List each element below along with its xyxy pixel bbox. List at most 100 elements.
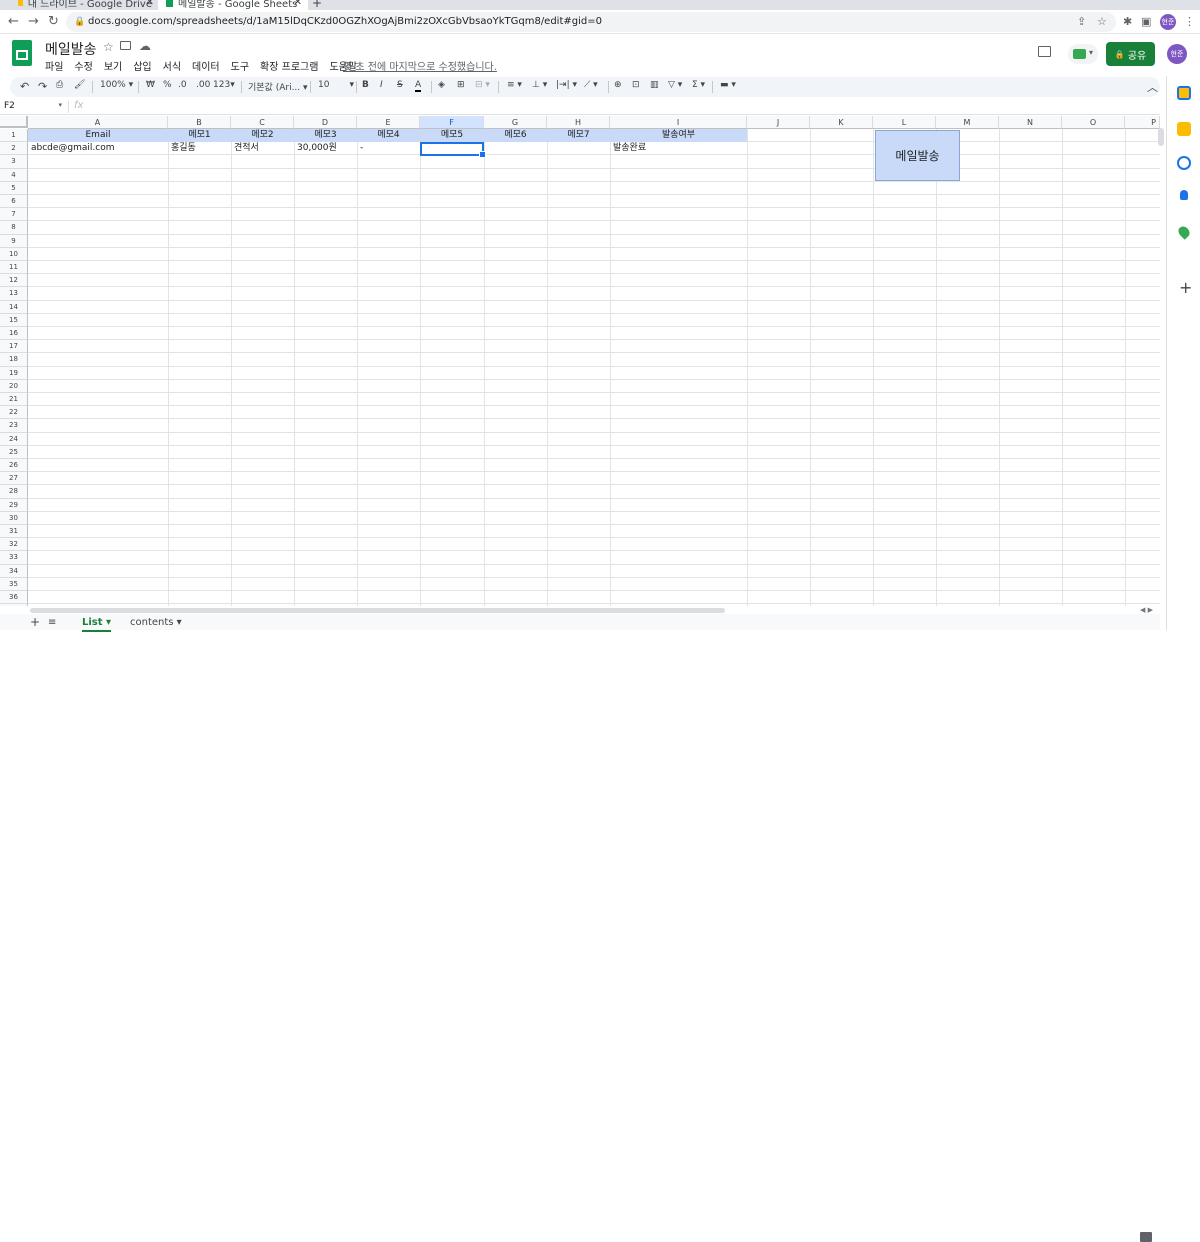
cell-d2[interactable]: 30,000원 <box>294 142 357 155</box>
column-header-o[interactable]: O <box>1062 116 1125 129</box>
zoom-select[interactable]: 100% ▾ <box>100 80 133 90</box>
decrease-decimal-button[interactable]: .0 <box>178 80 187 90</box>
row-header-18[interactable]: 18 <box>0 353 28 367</box>
cell-e2[interactable]: - <box>357 142 420 155</box>
row-header-9[interactable]: 9 <box>0 234 28 248</box>
all-sheets-icon[interactable]: ≡ <box>48 617 56 628</box>
horizontal-scrollbar[interactable] <box>30 608 725 613</box>
row-header-6[interactable]: 6 <box>0 195 28 209</box>
cell-i1[interactable]: 발송여부 <box>610 129 747 142</box>
redo-icon[interactable]: ↷ <box>38 80 47 93</box>
insert-comment-icon[interactable]: ⊡ <box>632 80 640 90</box>
currency-format-button[interactable]: ₩ <box>146 80 155 90</box>
menu-format[interactable]: 서식 <box>163 58 181 73</box>
comment-history-icon[interactable] <box>1038 46 1051 57</box>
row-header-23[interactable]: 23 <box>0 419 28 433</box>
scroll-arrows-icon[interactable]: ◀ ▶ <box>1140 606 1153 614</box>
browser-tab-sheets[interactable]: 메일발송 - Google Sheets ✕ <box>158 0 308 10</box>
side-panel-icon[interactable]: ▣ <box>1141 15 1151 28</box>
column-header-a[interactable]: A <box>28 116 168 129</box>
row-header-33[interactable]: 33 <box>0 551 28 565</box>
cell-b1[interactable]: 메모1 <box>168 129 231 142</box>
cloud-status-icon[interactable]: ☁ <box>139 39 151 53</box>
row-header-7[interactable]: 7 <box>0 208 28 222</box>
menu-tools[interactable]: 도구 <box>231 58 249 73</box>
row-header-37[interactable]: 37 <box>0 604 28 606</box>
vertical-align-icon[interactable]: ⊥ ▾ <box>532 80 547 90</box>
more-menu-icon[interactable]: ⋮ <box>1184 15 1195 28</box>
row-header-11[interactable]: 11 <box>0 261 28 275</box>
back-icon[interactable]: ← <box>8 14 19 29</box>
move-folder-icon[interactable] <box>120 41 131 50</box>
italic-button[interactable]: I <box>380 80 383 90</box>
share-button[interactable]: 🔒 공유 <box>1106 42 1155 66</box>
user-avatar[interactable]: 현준 <box>1167 44 1187 64</box>
row-header-14[interactable]: 14 <box>0 300 28 314</box>
paint-format-icon[interactable]: 🖌 <box>74 80 85 90</box>
forward-icon[interactable]: → <box>28 14 39 29</box>
row-header-32[interactable]: 32 <box>0 538 28 552</box>
column-header-m[interactable]: M <box>936 116 999 129</box>
row-header-4[interactable]: 4 <box>0 168 28 182</box>
row-header-26[interactable]: 26 <box>0 459 28 473</box>
font-family-select[interactable]: 기본값 (Ari... ▾ <box>248 80 308 93</box>
row-header-12[interactable]: 12 <box>0 274 28 288</box>
sheet-tab-contents[interactable]: contents ▾ <box>130 617 182 628</box>
menu-extensions[interactable]: 확장 프로그램 <box>260 58 318 73</box>
column-header-j[interactable]: J <box>747 116 810 129</box>
functions-icon[interactable]: Σ ▾ <box>692 80 705 90</box>
column-header-d[interactable]: D <box>294 116 357 129</box>
more-formats-select[interactable]: 123▾ <box>213 80 235 90</box>
add-sheet-button[interactable]: + <box>30 615 40 629</box>
menu-file[interactable]: 파일 <box>45 58 63 73</box>
last-edit-link[interactable]: 몇 초 전에 마지막으로 수정했습니다. <box>343 58 497 73</box>
cell-a1[interactable]: Email <box>28 129 168 142</box>
row-header-20[interactable]: 20 <box>0 379 28 393</box>
column-header-p[interactable]: P <box>1125 116 1160 129</box>
name-box[interactable]: F2 ▾ <box>4 101 64 111</box>
document-title[interactable]: 메일발송 <box>45 39 97 59</box>
horizontal-align-icon[interactable]: ≡ ▾ <box>507 80 522 90</box>
cell-c1[interactable]: 메모2 <box>231 129 294 142</box>
row-header-15[interactable]: 15 <box>0 313 28 327</box>
merge-cells-icon[interactable]: ⊟ ▾ <box>475 80 490 90</box>
star-icon[interactable]: ☆ <box>103 40 114 54</box>
row-header-36[interactable]: 36 <box>0 591 28 605</box>
cell-b2[interactable]: 홍길동 <box>168 142 231 155</box>
contacts-icon[interactable] <box>1180 190 1188 200</box>
meet-button[interactable]: ▾ <box>1068 44 1098 64</box>
column-header-b[interactable]: B <box>168 116 231 129</box>
browser-profile-avatar[interactable]: 현준 <box>1160 14 1176 30</box>
text-wrapping-icon[interactable]: |⇥| ▾ <box>556 80 577 90</box>
column-header-l[interactable]: L <box>873 116 936 129</box>
column-header-n[interactable]: N <box>999 116 1062 129</box>
menu-insert[interactable]: 삽입 <box>133 58 151 73</box>
close-icon[interactable]: ✕ <box>146 0 154 8</box>
explore-icon[interactable] <box>1140 1232 1152 1242</box>
input-tools-icon[interactable]: ▬ ▾ <box>720 80 736 90</box>
filter-icon[interactable]: ▽ ▾ <box>668 80 682 90</box>
column-header-c[interactable]: C <box>231 116 294 129</box>
chevron-up-icon[interactable]: ︿ <box>1147 79 1158 95</box>
new-tab-button[interactable]: + <box>312 0 322 10</box>
column-header-k[interactable]: K <box>810 116 873 129</box>
row-header-28[interactable]: 28 <box>0 485 28 499</box>
row-header-25[interactable]: 25 <box>0 445 28 459</box>
fill-color-icon[interactable]: ◈ <box>438 80 445 90</box>
row-header-31[interactable]: 31 <box>0 525 28 539</box>
cell-e1[interactable]: 메모4 <box>357 129 420 142</box>
row-header-35[interactable]: 35 <box>0 577 28 591</box>
row-header-1[interactable]: 1 <box>0 129 28 143</box>
reload-icon[interactable]: ↻ <box>48 14 59 29</box>
menu-view[interactable]: 보기 <box>104 58 122 73</box>
sheet-tab-list[interactable]: List ▾ <box>82 617 112 632</box>
percent-format-button[interactable]: % <box>163 80 172 90</box>
cell-i2[interactable]: 발송완료 <box>610 142 747 155</box>
row-header-29[interactable]: 29 <box>0 498 28 512</box>
column-header-f[interactable]: F <box>420 116 484 129</box>
add-addon-icon[interactable]: + <box>1179 278 1192 297</box>
text-rotation-icon[interactable]: ⟋ ▾ <box>584 80 598 90</box>
selected-cell-f2[interactable] <box>420 142 486 158</box>
cell-f1[interactable]: 메모5 <box>420 129 484 142</box>
column-header-e[interactable]: E <box>357 116 420 129</box>
